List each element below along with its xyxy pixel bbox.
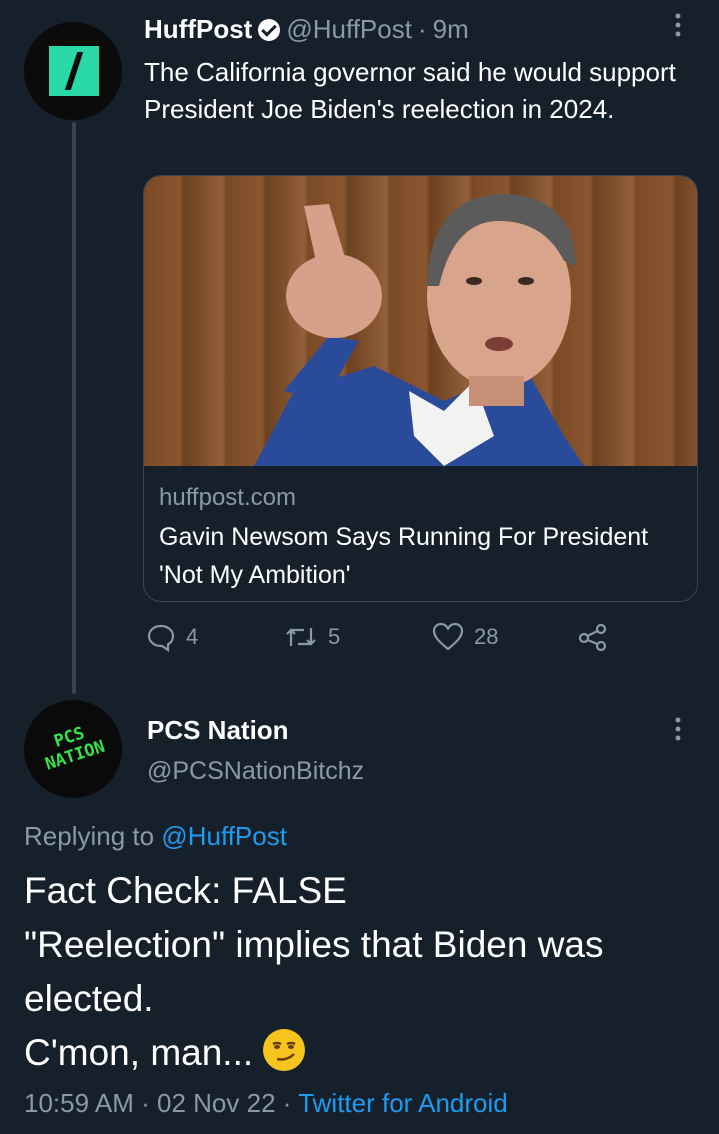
tweet-timestamp[interactable]: 10:59 AM [24, 1088, 134, 1118]
tweet-source-link[interactable]: Twitter for Android [298, 1088, 508, 1118]
reply-icon [147, 624, 175, 652]
retweet-icon [286, 628, 316, 646]
author-name[interactable]: PCS Nation [147, 715, 289, 746]
more-options-icon[interactable] [670, 10, 686, 45]
link-card[interactable]: huffpost.com Gavin Newsom Says Running F… [143, 175, 698, 602]
tweet2-line-last: C'mon, man... [24, 1026, 704, 1080]
smirking-face-emoji-icon [263, 1029, 306, 1071]
tweet-date[interactable]: 02 Nov 22 [157, 1088, 276, 1118]
verified-badge-icon [258, 18, 281, 41]
card-domain: huffpost.com [159, 484, 296, 511]
card-title: Gavin Newsom Says Running For President … [159, 523, 649, 589]
huffpost-logo-icon [49, 46, 99, 96]
share-button[interactable] [578, 622, 608, 652]
replying-to-link[interactable]: @HuffPost [161, 821, 287, 851]
reply-button[interactable]: 4 [146, 622, 198, 652]
author-name[interactable]: HuffPost [144, 14, 252, 45]
replying-to: Replying to @HuffPost [24, 821, 287, 851]
like-button[interactable]: 28 [432, 622, 498, 652]
tweet-meta: 10:59 AM · 02 Nov 22 · Twitter for Andro… [24, 1088, 508, 1118]
share-icon [578, 623, 607, 652]
pcs-nation-logo: PCS NATION [42, 723, 108, 775]
retweet-count: 5 [328, 624, 341, 649]
huffpost-avatar[interactable] [24, 22, 122, 120]
thread-line [72, 122, 76, 694]
tweet1-text: The California governor said he would su… [144, 57, 676, 124]
tweet2-text: Fact Check: FALSE "Reelection" implies t… [24, 864, 704, 1080]
like-icon [432, 622, 464, 651]
more-options-icon[interactable] [670, 714, 686, 749]
like-count: 28 [474, 624, 499, 649]
tweet2-line: "Reelection" implies that Biden was elec… [24, 924, 604, 1019]
author-handle[interactable]: @PCSNationBitchz [147, 757, 364, 786]
reply-count: 4 [186, 624, 199, 649]
tweet-actions: 4 5 28 [146, 622, 626, 658]
author-handle[interactable]: @HuffPost [286, 14, 412, 45]
tweet1-header: HuffPost @HuffPost · 9m [144, 14, 469, 45]
card-image [144, 176, 697, 466]
tweet2-line: Fact Check: FALSE [24, 870, 347, 911]
pcs-nation-avatar[interactable]: PCS NATION [24, 700, 122, 798]
tweet-time[interactable]: 9m [433, 14, 469, 45]
retweet-button[interactable]: 5 [284, 622, 340, 652]
